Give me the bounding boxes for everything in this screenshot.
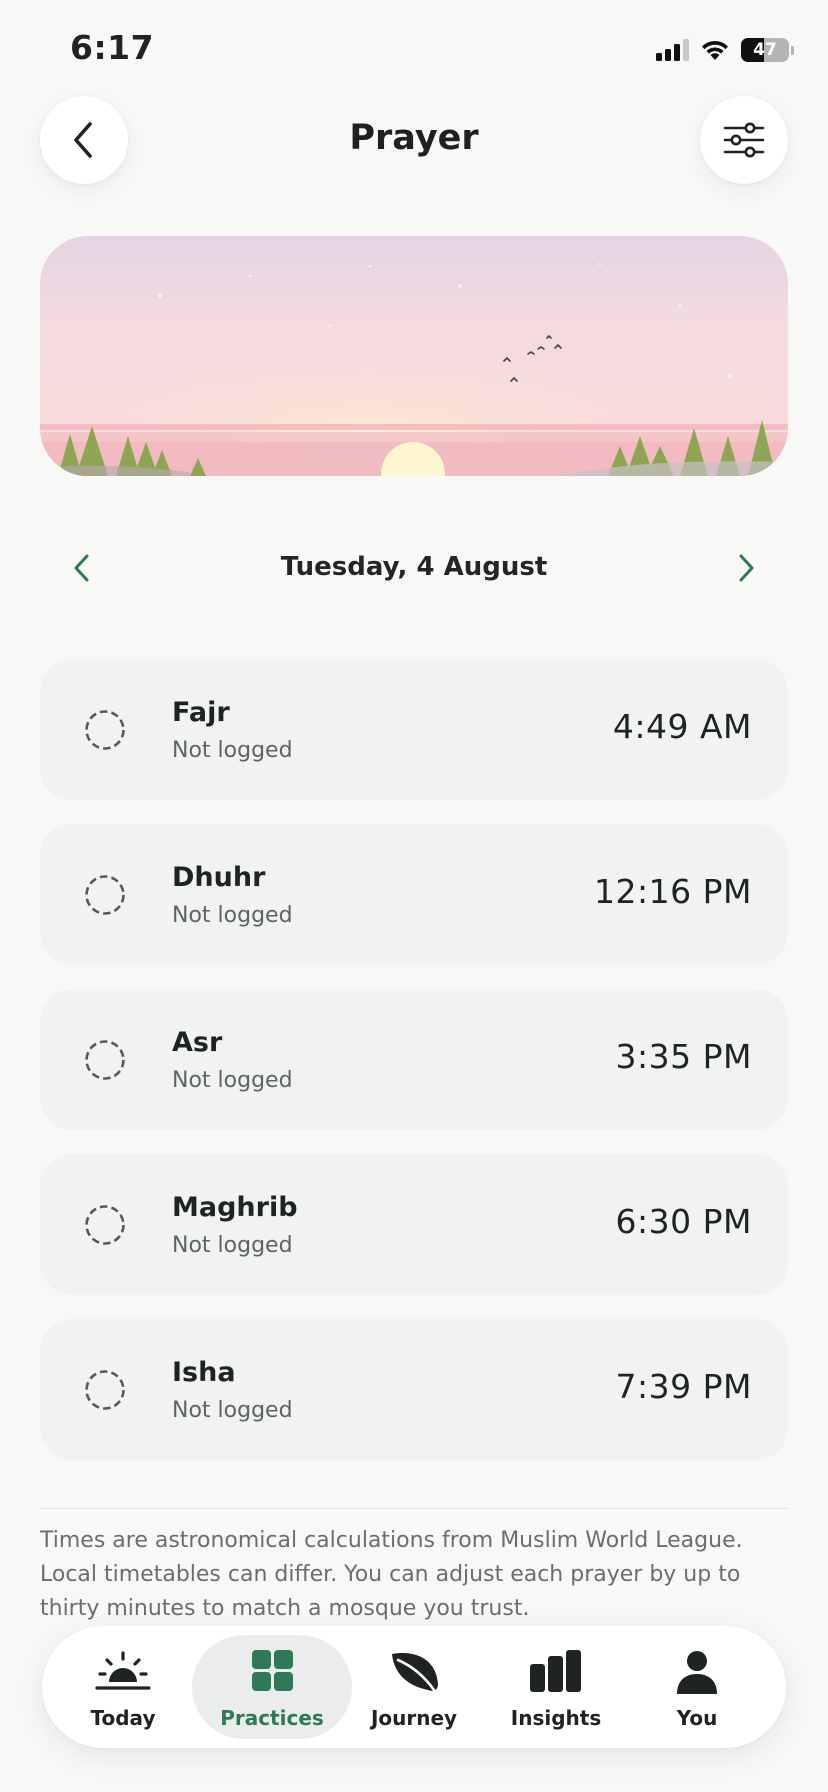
divider	[40, 1508, 788, 1509]
prayer-card-isha[interactable]: Isha Not logged 7:39 PM	[40, 1319, 788, 1460]
battery-icon: 47	[741, 38, 789, 62]
prayer-name: Maghrib	[172, 1192, 298, 1223]
prayer-name: Asr	[172, 1027, 223, 1058]
grid-icon	[252, 1650, 293, 1691]
date-label: Tuesday, 4 August	[280, 552, 548, 582]
tab-today[interactable]: Today	[48, 1626, 198, 1748]
cellular-signal-icon	[656, 39, 689, 61]
tab-bar: Today Practices Journey Insights You	[42, 1626, 786, 1748]
status-time: 6:17	[70, 28, 155, 67]
prayer-time: 6:30 PM	[615, 1202, 752, 1241]
prayer-card-dhuhr[interactable]: Dhuhr Not logged 12:16 PM	[40, 824, 788, 965]
tab-label: Insights	[510, 1706, 602, 1730]
prayer-name: Fajr	[172, 697, 230, 728]
not-logged-circle-icon[interactable]	[84, 709, 126, 751]
prayer-time: 7:39 PM	[615, 1367, 752, 1406]
next-day-button[interactable]	[722, 544, 770, 592]
leaf-icon	[392, 1653, 438, 1692]
prayer-status: Not logged	[172, 1398, 293, 1423]
date-navigator: Tuesday, 4 August	[40, 536, 788, 600]
prayer-card-fajr[interactable]: Fajr Not logged 4:49 AM	[40, 659, 788, 800]
not-logged-circle-icon[interactable]	[84, 1204, 126, 1246]
prayer-card-maghrib[interactable]: Maghrib Not logged 6:30 PM	[40, 1154, 788, 1295]
tab-you[interactable]: You	[622, 1626, 772, 1748]
prayer-status: Not logged	[172, 903, 293, 928]
tab-label: Today	[90, 1706, 156, 1730]
chevron-right-icon	[739, 554, 754, 582]
not-logged-circle-icon[interactable]	[84, 1039, 126, 1081]
tab-journey[interactable]: Journey	[339, 1626, 489, 1748]
status-icons: 47	[656, 34, 794, 66]
tab-practices[interactable]: Practices	[197, 1626, 347, 1748]
tab-label: Journey	[370, 1706, 458, 1730]
prayer-list: Fajr Not logged 4:49 AM Dhuhr Not logged…	[40, 659, 788, 1484]
person-icon	[677, 1651, 717, 1694]
battery-percent: 47	[753, 40, 777, 60]
sliders-icon	[723, 122, 765, 158]
prayer-name: Isha	[172, 1357, 236, 1388]
tab-insights[interactable]: Insights	[481, 1626, 631, 1748]
prayer-time: 12:16 PM	[594, 872, 752, 911]
not-logged-circle-icon[interactable]	[84, 874, 126, 916]
status-bar: 6:17 47	[0, 0, 828, 90]
filter-settings-button[interactable]	[700, 96, 788, 184]
bar-chart-icon	[530, 1650, 581, 1692]
prayer-status: Not logged	[172, 738, 293, 763]
tab-label: You	[676, 1706, 718, 1730]
tab-label: Practices	[220, 1706, 324, 1730]
battery-cap	[791, 45, 794, 55]
prayer-name: Dhuhr	[172, 862, 266, 893]
sunrise-icon	[95, 1651, 151, 1690]
prayer-time: 4:49 AM	[612, 707, 752, 746]
wifi-icon	[702, 40, 728, 60]
not-logged-circle-icon[interactable]	[84, 1369, 126, 1411]
prayer-status: Not logged	[172, 1068, 293, 1093]
calculation-note: Times are astronomical calculations from…	[40, 1528, 743, 1621]
sunrise-banner	[40, 236, 788, 476]
prayer-status: Not logged	[172, 1233, 293, 1258]
prayer-card-asr[interactable]: Asr Not logged 3:35 PM	[40, 989, 788, 1130]
sunrise-illustration	[40, 236, 788, 476]
prayer-time: 3:35 PM	[615, 1037, 752, 1076]
